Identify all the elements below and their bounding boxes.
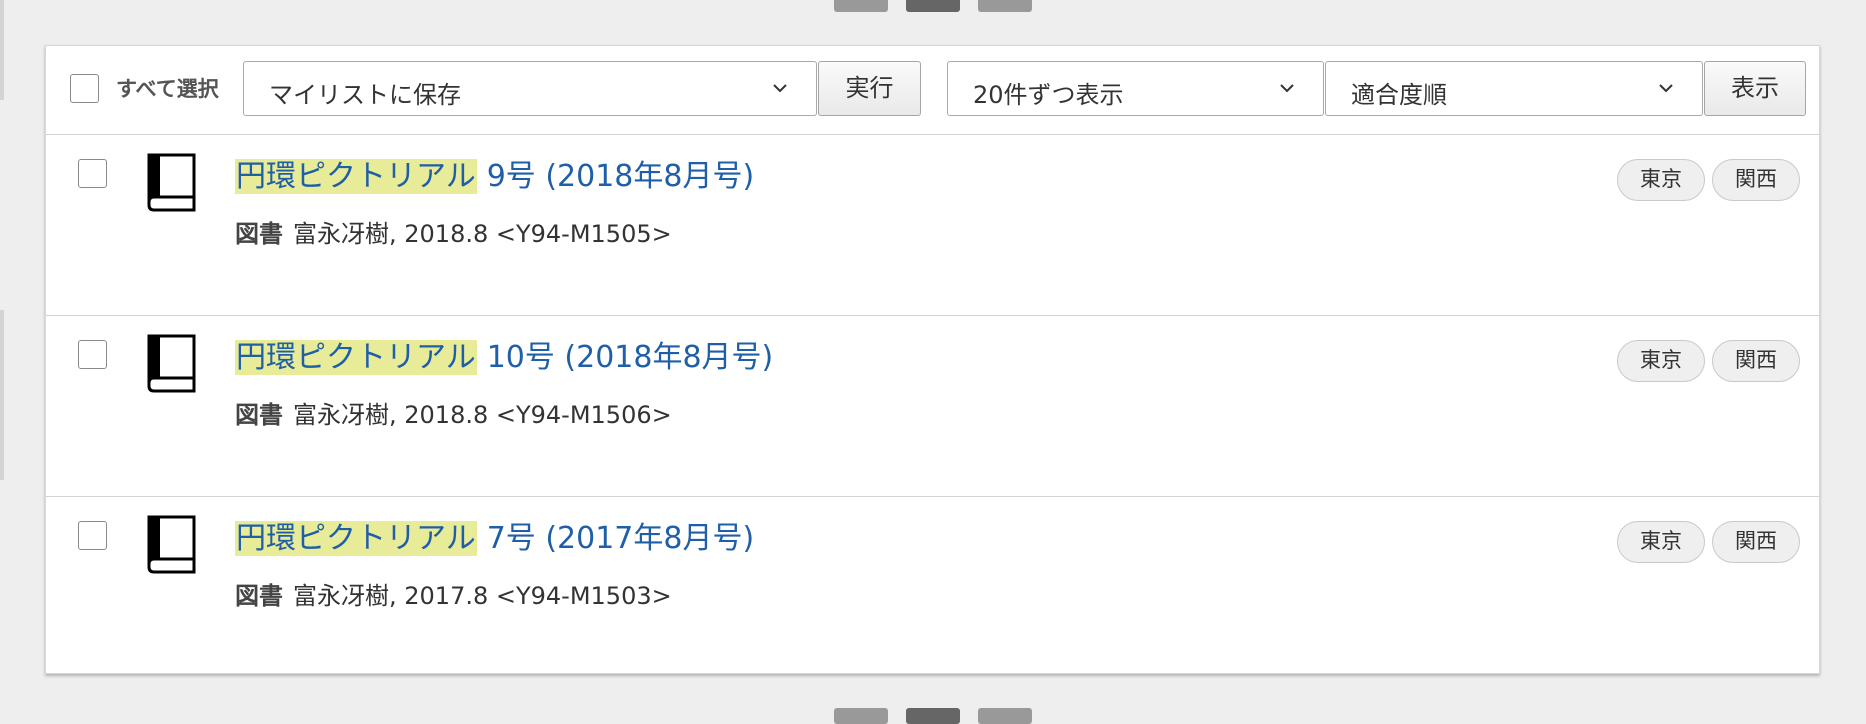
book-icon: [147, 515, 196, 574]
result-checkbox[interactable]: [78, 340, 107, 369]
left-edge-marker: [0, 0, 4, 100]
per-page-select[interactable]: 20件ずつ表示: [947, 61, 1324, 116]
tag-kansai[interactable]: 関西: [1712, 159, 1800, 201]
result-meta: 図書 富永冴樹, 2017.8 <Y94-M1503>: [235, 576, 672, 611]
result-item: 円環ピクトリアル 7号 (2017年8月号) 図書 富永冴樹, 2017.8 <Y9…: [46, 497, 1819, 678]
page-button[interactable]: [834, 0, 888, 12]
chevron-down-icon: [1659, 84, 1673, 93]
tag-tokyo[interactable]: 東京: [1617, 340, 1705, 382]
results-panel: すべて選択 マイリストに保存 実行 20件ずつ表示 適合度順 表示 円環ピクトリ…: [45, 45, 1820, 674]
result-checkbox[interactable]: [78, 521, 107, 550]
tag-tokyo[interactable]: 東京: [1617, 159, 1705, 201]
chevron-down-icon: [1280, 84, 1294, 93]
result-title-highlight: 円環ピクトリアル: [235, 159, 477, 194]
tag-kansai[interactable]: 関西: [1712, 521, 1800, 563]
result-title-issue: 9号 (2018年8月号): [486, 159, 755, 194]
select-all-label: すべて選択: [116, 77, 219, 101]
sort-select[interactable]: 適合度順: [1325, 61, 1703, 116]
sort-select-value: 適合度順: [1351, 81, 1447, 109]
page-button-current[interactable]: [906, 0, 960, 12]
result-title-issue: 10号 (2018年8月号): [486, 340, 774, 375]
page-button[interactable]: [978, 0, 1032, 12]
tag-tokyo[interactable]: 東京: [1617, 521, 1705, 563]
result-type: 図書: [235, 220, 283, 248]
result-details: 富永冴樹, 2017.8 <Y94-M1503>: [293, 582, 672, 610]
page-button-current[interactable]: [906, 708, 960, 724]
result-title-link[interactable]: 円環ピクトリアル 10号 (2018年8月号): [235, 336, 773, 380]
result-title-link[interactable]: 円環ピクトリアル 9号 (2018年8月号): [235, 155, 754, 199]
pagination-top: [834, 0, 1032, 12]
page-button[interactable]: [834, 708, 888, 724]
left-edge-marker: [0, 310, 4, 480]
display-button[interactable]: 表示: [1704, 61, 1806, 116]
result-title-highlight: 円環ピクトリアル: [235, 521, 477, 556]
book-icon: [147, 153, 196, 212]
tag-kansai[interactable]: 関西: [1712, 340, 1800, 382]
results-toolbar: すべて選択 マイリストに保存 実行 20件ずつ表示 適合度順 表示: [46, 46, 1819, 135]
result-item: 円環ピクトリアル 10号 (2018年8月号) 図書 富永冴樹, 2018.8 <Y…: [46, 316, 1819, 497]
result-title-highlight: 円環ピクトリアル: [235, 340, 477, 375]
result-details: 富永冴樹, 2018.8 <Y94-M1506>: [293, 401, 672, 429]
result-type: 図書: [235, 582, 283, 610]
result-checkbox[interactable]: [78, 159, 107, 188]
result-type: 図書: [235, 401, 283, 429]
page-button[interactable]: [978, 708, 1032, 724]
execute-button[interactable]: 実行: [818, 61, 921, 116]
action-select-value: マイリストに保存: [269, 81, 461, 109]
result-item: 円環ピクトリアル 9号 (2018年8月号) 図書 富永冴樹, 2018.8 <Y9…: [46, 135, 1819, 316]
action-select[interactable]: マイリストに保存: [243, 61, 817, 116]
result-meta: 図書 富永冴樹, 2018.8 <Y94-M1506>: [235, 395, 672, 430]
book-icon: [147, 334, 196, 393]
result-title-issue: 7号 (2017年8月号): [486, 521, 755, 556]
result-details: 富永冴樹, 2018.8 <Y94-M1505>: [293, 220, 672, 248]
result-title-link[interactable]: 円環ピクトリアル 7号 (2017年8月号): [235, 517, 754, 561]
chevron-down-icon: [773, 84, 787, 93]
result-meta: 図書 富永冴樹, 2018.8 <Y94-M1505>: [235, 214, 672, 249]
per-page-select-value: 20件ずつ表示: [973, 81, 1124, 109]
select-all-checkbox[interactable]: [70, 74, 99, 103]
pagination-bottom: [834, 708, 1032, 724]
